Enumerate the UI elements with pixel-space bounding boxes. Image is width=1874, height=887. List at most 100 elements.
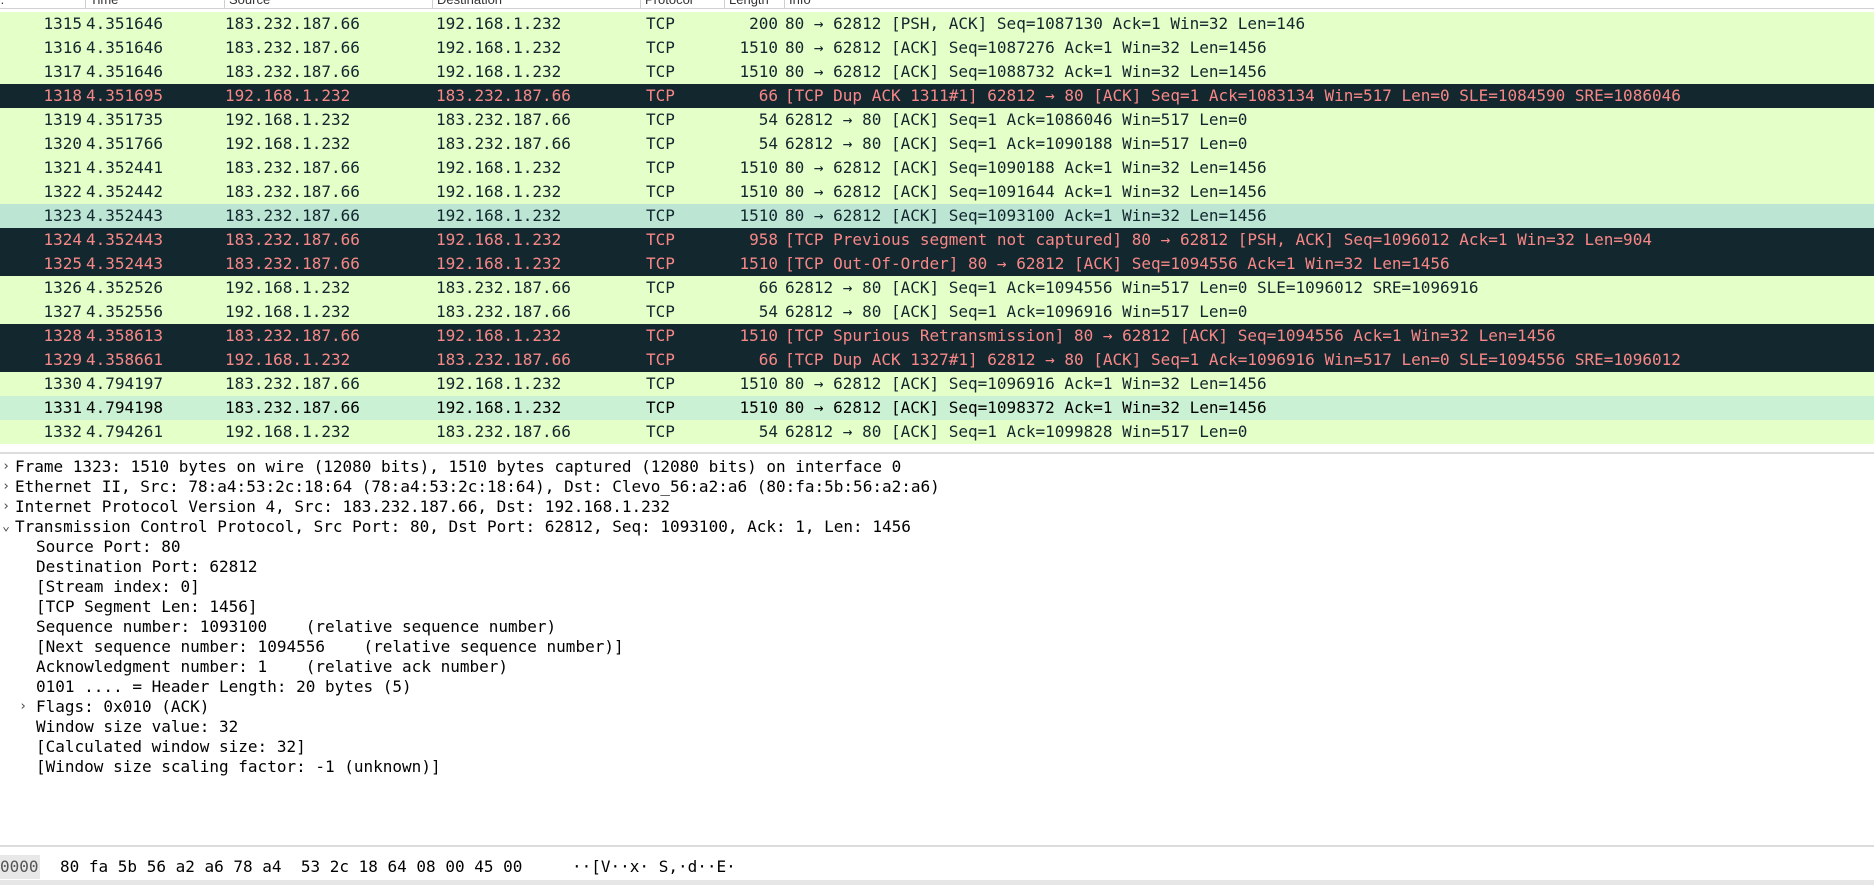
packet-list-header: No. Time Source Destination Protocol Len… xyxy=(0,0,1874,9)
packet-source: 183.232.187.66 xyxy=(225,158,360,177)
packet-row[interactable]: 1326 4.352526 192.168.1.232 183.232.187.66 T… xyxy=(0,276,1874,300)
packet-destination: 183.232.187.66 xyxy=(436,86,571,105)
column-header-length[interactable]: Length xyxy=(725,0,785,8)
detail-tree-label: 0101 .... = Header Length: 20 bytes (5) xyxy=(36,677,412,696)
packet-protocol: TCP xyxy=(646,38,675,57)
packet-row[interactable]: 1332 4.794261 192.168.1.232 183.232.187.66 T… xyxy=(0,420,1874,444)
bytes-hex[interactable]: 80 fa 5b 56 a2 a6 78 a4 53 2c 18 64 08 0… xyxy=(60,855,522,879)
detail-tree-label: [Calculated window size: 32] xyxy=(36,737,306,756)
packet-row[interactable]: 1327 4.352556 192.168.1.232 183.232.187.66 T… xyxy=(0,300,1874,324)
packet-length: 1510 xyxy=(739,374,778,393)
packet-length: 54 xyxy=(758,302,778,321)
packet-protocol: TCP xyxy=(646,158,675,177)
packet-length: 66 xyxy=(758,278,778,297)
packet-row[interactable]: 1323 4.352443 183.232.187.66 192.168.1.232 T… xyxy=(0,204,1874,228)
packet-details-tree[interactable]: › Frame 1323: 1510 bytes on wire (12080 b… xyxy=(0,452,1874,844)
packet-row[interactable]: 1331 4.794198 183.232.187.66 192.168.1.232 T… xyxy=(0,396,1874,420)
packet-info: 80 → 62812 [ACK] Seq=1098372 Ack=1 Win=3… xyxy=(785,398,1267,417)
packet-row[interactable]: 1330 4.794197 183.232.187.66 192.168.1.232 T… xyxy=(0,372,1874,396)
column-header-protocol[interactable]: Protocol xyxy=(641,0,725,8)
packet-source: 183.232.187.66 xyxy=(225,374,360,393)
packet-protocol: TCP xyxy=(646,422,675,441)
packet-length: 1510 xyxy=(739,254,778,273)
column-header-source[interactable]: Source xyxy=(225,0,433,8)
packet-number: 1329 xyxy=(43,350,82,369)
packet-info: 80 → 62812 [ACK] Seq=1096916 Ack=1 Win=3… xyxy=(785,374,1267,393)
column-header-info[interactable]: Info xyxy=(785,0,1874,8)
packet-row[interactable]: 1325 4.352443 183.232.187.66 192.168.1.232 T… xyxy=(0,252,1874,276)
packet-number: 1319 xyxy=(43,110,82,129)
packet-row[interactable]: 1322 4.352442 183.232.187.66 192.168.1.232 T… xyxy=(0,180,1874,204)
bytes-ascii[interactable]: ··[V··x· S,·d··E· xyxy=(572,855,736,879)
packet-protocol: TCP xyxy=(646,182,675,201)
column-header-no[interactable]: No. xyxy=(0,0,86,8)
packet-time: 4.351766 xyxy=(86,134,164,153)
packet-number: 1332 xyxy=(43,422,82,441)
column-header-time[interactable]: Time xyxy=(86,0,225,8)
packet-time: 4.351695 xyxy=(86,86,164,105)
packet-length: 1510 xyxy=(739,158,778,177)
detail-tree-label: Transmission Control Protocol, Src Port:… xyxy=(15,517,911,536)
packet-row[interactable]: 1318 4.351695 192.168.1.232 183.232.187.66 T… xyxy=(0,84,1874,108)
packet-length: 1510 xyxy=(739,206,778,225)
detail-tree-label: Window size value: 32 xyxy=(36,717,239,736)
packet-row[interactable]: 1320 4.351766 192.168.1.232 183.232.187.66 T… xyxy=(0,132,1874,156)
packet-info: 80 → 62812 [ACK] Seq=1091644 Ack=1 Win=3… xyxy=(785,182,1267,201)
detail-tree-label: Flags: 0x010 (ACK) xyxy=(36,697,210,716)
packet-info: 80 → 62812 [ACK] Seq=1090188 Ack=1 Win=3… xyxy=(785,158,1267,177)
packet-row[interactable]: 1319 4.351735 192.168.1.232 183.232.187.66 T… xyxy=(0,108,1874,132)
packet-protocol: TCP xyxy=(646,230,675,249)
packet-row[interactable]: 1317 4.351646 183.232.187.66 192.168.1.232 T… xyxy=(0,60,1874,84)
detail-tree-label: Sequence number: 1093100 (relative seque… xyxy=(36,617,557,636)
packet-length: 1510 xyxy=(739,182,778,201)
bottom-scroll-edge xyxy=(0,880,1874,885)
packet-protocol: TCP xyxy=(646,350,675,369)
packet-list[interactable]: No. Time Source Destination Protocol Len… xyxy=(0,0,1874,451)
detail-tree-label: Internet Protocol Version 4, Src: 183.23… xyxy=(15,497,671,516)
packet-row[interactable]: 1315 4.351646 183.232.187.66 192.168.1.232 T… xyxy=(0,12,1874,36)
packet-row[interactable]: 1328 4.358613 183.232.187.66 192.168.1.232 T… xyxy=(0,324,1874,348)
packet-info: [TCP Dup ACK 1327#1] 62812 → 80 [ACK] Se… xyxy=(785,350,1681,369)
detail-tree-label: [Next sequence number: 1094556 (relative… xyxy=(36,637,624,656)
packet-destination: 192.168.1.232 xyxy=(436,182,562,201)
column-header-destination[interactable]: Destination xyxy=(433,0,641,8)
packet-row[interactable]: 1329 4.358661 192.168.1.232 183.232.187.66 T… xyxy=(0,348,1874,372)
packet-info: 80 → 62812 [ACK] Seq=1093100 Ack=1 Win=3… xyxy=(785,206,1267,225)
packet-protocol: TCP xyxy=(646,254,675,273)
packet-protocol: TCP xyxy=(646,62,675,81)
packet-source: 183.232.187.66 xyxy=(225,254,360,273)
packet-length: 54 xyxy=(758,110,778,129)
packet-destination: 183.232.187.66 xyxy=(436,134,571,153)
detail-tree-item[interactable]: [Window size scaling factor: -1 (unknown… xyxy=(36,755,441,779)
packet-destination: 192.168.1.232 xyxy=(436,326,562,345)
packet-row[interactable]: 1321 4.352441 183.232.187.66 192.168.1.232 T… xyxy=(0,156,1874,180)
packet-source: 183.232.187.66 xyxy=(225,326,360,345)
packet-info: 80 → 62812 [ACK] Seq=1087276 Ack=1 Win=3… xyxy=(785,38,1267,57)
detail-tree-label: Frame 1323: 1510 bytes on wire (12080 bi… xyxy=(15,457,902,476)
detail-tree-label: Source Port: 80 xyxy=(36,537,181,556)
packet-time: 4.352442 xyxy=(86,182,164,201)
packet-protocol: TCP xyxy=(646,14,675,33)
packet-time: 4.351735 xyxy=(86,110,164,129)
packet-number: 1330 xyxy=(43,374,82,393)
packet-time: 4.794261 xyxy=(86,422,164,441)
detail-tree-label: Acknowledgment number: 1 (relative ack n… xyxy=(36,657,509,676)
packet-protocol: TCP xyxy=(646,110,675,129)
packet-length: 200 xyxy=(749,14,778,33)
packet-destination: 183.232.187.66 xyxy=(436,302,571,321)
packet-rows: 1315 4.351646 183.232.187.66 192.168.1.232 T… xyxy=(0,12,1874,444)
packet-source: 192.168.1.232 xyxy=(225,110,351,129)
packet-destination: 192.168.1.232 xyxy=(436,374,562,393)
packet-row[interactable]: 1316 4.351646 183.232.187.66 192.168.1.232 T… xyxy=(0,36,1874,60)
packet-source: 192.168.1.232 xyxy=(225,86,351,105)
packet-protocol: TCP xyxy=(646,326,675,345)
packet-info: [TCP Previous segment not captured] 80 →… xyxy=(785,230,1652,249)
chevron-right-icon[interactable]: › xyxy=(16,695,30,719)
packet-number: 1326 xyxy=(43,278,82,297)
packet-source: 183.232.187.66 xyxy=(225,230,360,249)
packet-row[interactable]: 1324 4.352443 183.232.187.66 192.168.1.232 T… xyxy=(0,228,1874,252)
chevron-down-icon[interactable]: ⌄ xyxy=(0,515,13,539)
packet-number: 1321 xyxy=(43,158,82,177)
packet-protocol: TCP xyxy=(646,398,675,417)
packet-protocol: TCP xyxy=(646,278,675,297)
